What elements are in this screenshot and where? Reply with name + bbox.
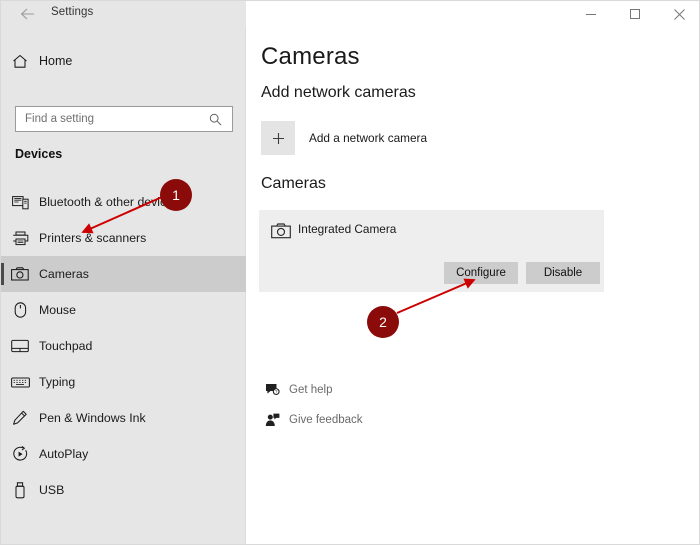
minimize-button[interactable] bbox=[569, 1, 613, 27]
sidebar-item-home[interactable]: Home bbox=[1, 47, 246, 75]
touchpad-icon bbox=[1, 339, 39, 353]
sidebar-item-label: USB bbox=[39, 483, 65, 497]
camera-icon bbox=[1, 266, 39, 282]
home-icon bbox=[1, 54, 39, 69]
window-controls bbox=[569, 1, 699, 27]
add-network-camera-button[interactable]: Add a network camera bbox=[261, 121, 427, 155]
autoplay-icon bbox=[1, 446, 39, 462]
main-content: Cameras Add network cameras Add a networ… bbox=[247, 27, 699, 544]
cameras-heading: Cameras bbox=[261, 175, 326, 192]
camera-card-actions: Configure Disable bbox=[444, 262, 600, 284]
sidebar-nav: Bluetooth & other devices Printers & sca… bbox=[1, 184, 246, 508]
maximize-button[interactable] bbox=[613, 1, 657, 27]
mouse-icon bbox=[1, 302, 39, 318]
camera-icon bbox=[271, 223, 291, 245]
search-icon[interactable] bbox=[202, 113, 228, 126]
page-title: Cameras bbox=[261, 43, 360, 70]
give-feedback-link[interactable]: Give feedback bbox=[261, 409, 363, 431]
sidebar-item-printers-scanners[interactable]: Printers & scanners bbox=[1, 220, 246, 256]
usb-icon bbox=[1, 481, 39, 499]
disable-button[interactable]: Disable bbox=[526, 262, 600, 284]
search-input[interactable] bbox=[16, 108, 202, 130]
close-icon[interactable] bbox=[657, 1, 699, 27]
camera-card: Integrated Camera Configure Disable bbox=[259, 210, 604, 292]
settings-window: Settings Home Find a setting Devices Blu… bbox=[0, 0, 700, 545]
back-arrow-icon[interactable] bbox=[17, 5, 37, 23]
pen-icon bbox=[1, 410, 39, 426]
camera-name: Integrated Camera bbox=[298, 222, 397, 236]
sidebar: Home Devices bbox=[1, 27, 246, 544]
sidebar-item-label: Bluetooth & other devices bbox=[39, 195, 180, 209]
get-help-icon: ? bbox=[261, 383, 283, 397]
sidebar-item-label: Mouse bbox=[39, 303, 76, 317]
sidebar-item-usb[interactable]: USB bbox=[1, 472, 246, 508]
printer-icon bbox=[1, 231, 39, 246]
sidebar-section-title: Devices bbox=[15, 147, 63, 161]
sidebar-item-bluetooth-other-devices[interactable]: Bluetooth & other devices bbox=[1, 184, 246, 220]
give-feedback-label: Give feedback bbox=[289, 414, 363, 426]
sidebar-item-touchpad[interactable]: Touchpad bbox=[1, 328, 246, 364]
sidebar-item-cameras[interactable]: Cameras bbox=[1, 256, 246, 292]
annotation-marker-1: 1 bbox=[160, 179, 192, 211]
add-network-camera-label: Add a network camera bbox=[309, 131, 428, 145]
help-links: ? Get help Give feedback bbox=[261, 379, 363, 439]
plus-icon bbox=[261, 121, 295, 155]
app-title: Settings bbox=[51, 6, 94, 18]
sidebar-item-typing[interactable]: Typing bbox=[1, 364, 246, 400]
sidebar-item-label: Typing bbox=[39, 375, 76, 389]
search-box[interactable] bbox=[15, 106, 233, 132]
home-label: Home bbox=[39, 54, 73, 68]
get-help-label: Get help bbox=[289, 384, 333, 396]
annotation-marker-2: 2 bbox=[367, 306, 399, 338]
sidebar-item-label: Cameras bbox=[39, 267, 89, 281]
configure-button[interactable]: Configure bbox=[444, 262, 518, 284]
give-feedback-icon bbox=[261, 413, 283, 427]
keyboard-icon bbox=[1, 376, 39, 389]
title-bar: Settings bbox=[1, 1, 699, 27]
bluetooth-devices-icon bbox=[1, 195, 39, 210]
sidebar-item-label: Pen & Windows Ink bbox=[39, 411, 146, 425]
sidebar-item-pen-windows-ink[interactable]: Pen & Windows Ink bbox=[1, 400, 246, 436]
sidebar-item-label: AutoPlay bbox=[39, 447, 89, 461]
add-network-cameras-heading: Add network cameras bbox=[261, 84, 416, 101]
get-help-link[interactable]: ? Get help bbox=[261, 379, 363, 401]
sidebar-item-autoplay[interactable]: AutoPlay bbox=[1, 436, 246, 472]
sidebar-item-label: Touchpad bbox=[39, 339, 93, 353]
sidebar-item-mouse[interactable]: Mouse bbox=[1, 292, 246, 328]
sidebar-item-label: Printers & scanners bbox=[39, 231, 147, 245]
